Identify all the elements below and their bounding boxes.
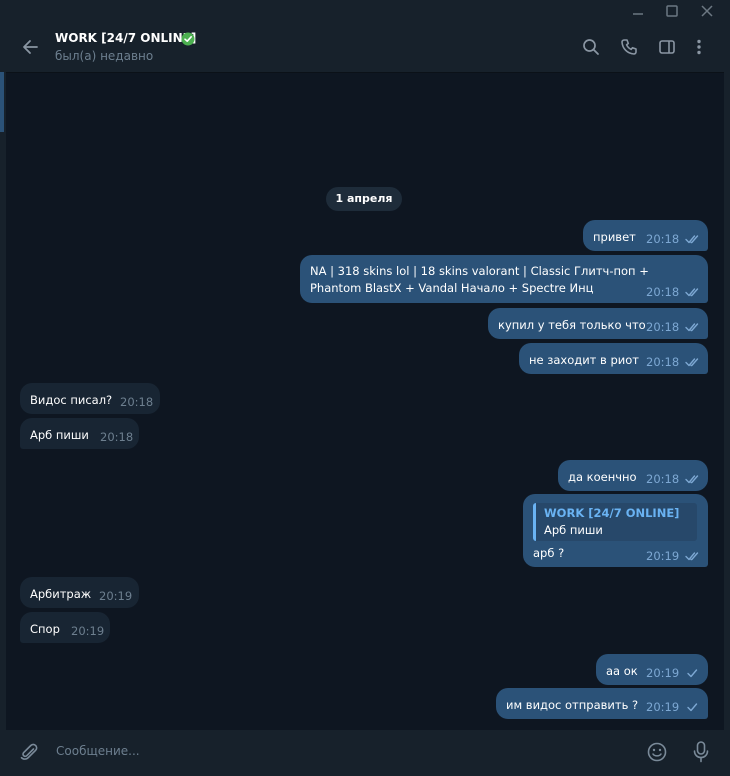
outgoing-message[interactable]: купил у тебя только что 20:18 bbox=[488, 308, 708, 339]
message-text: арб ? bbox=[533, 546, 565, 560]
window-titlebar bbox=[0, 0, 730, 22]
double-check-icon bbox=[685, 235, 699, 244]
message-composer: Сообщение... bbox=[6, 730, 724, 776]
message-input[interactable]: Сообщение... bbox=[56, 744, 140, 758]
double-check-icon bbox=[685, 323, 699, 332]
message-text: аа ок bbox=[606, 664, 638, 678]
message-time: 20:19 bbox=[646, 666, 680, 680]
message-time: 20:18 bbox=[646, 472, 680, 486]
message-text: им видос отправить ? bbox=[506, 698, 639, 712]
reply-author: WORK [24/7 ONLINE] bbox=[544, 506, 680, 520]
close-icon[interactable] bbox=[698, 2, 716, 20]
message-time: 20:18 bbox=[646, 232, 680, 246]
outgoing-message[interactable]: не заходит в риот 20:18 bbox=[519, 343, 708, 374]
message-text: Арбитраж bbox=[30, 587, 92, 601]
message-list[interactable]: 1 апреля привет 20:18 NA | 318 skins lol… bbox=[6, 73, 724, 730]
outgoing-message[interactable]: да коенчно 20:18 bbox=[558, 460, 708, 491]
chat-title[interactable]: WORK [24/7 ONLINE] bbox=[55, 31, 196, 45]
message-text: Видос писал? bbox=[30, 393, 113, 407]
attach-icon[interactable] bbox=[18, 741, 40, 763]
message-time: 20:18 bbox=[646, 320, 680, 334]
message-time: 20:18 bbox=[646, 355, 680, 369]
message-text: купил у тебя только что bbox=[498, 318, 646, 332]
right-panel-edge bbox=[724, 22, 730, 776]
message-time: 20:19 bbox=[646, 549, 680, 563]
active-chat-indicator bbox=[0, 72, 4, 132]
message-time: 20:19 bbox=[646, 700, 680, 714]
double-check-icon bbox=[685, 475, 699, 484]
message-time: 20:18 bbox=[120, 395, 154, 409]
message-text: Арб пиши bbox=[30, 428, 89, 442]
message-text: Спор bbox=[30, 622, 60, 636]
message-time: 20:19 bbox=[71, 624, 105, 638]
message-text: NA | 318 skins lol | 18 skins valorant |… bbox=[310, 264, 649, 295]
double-check-icon bbox=[685, 358, 699, 367]
date-separator: 1 апреля bbox=[326, 187, 402, 211]
incoming-message[interactable]: Спор 20:19 bbox=[20, 612, 110, 643]
incoming-message[interactable]: Арб пиши 20:18 bbox=[20, 418, 139, 449]
chat-status: был(а) недавно bbox=[55, 49, 154, 63]
outgoing-message[interactable]: NA | 318 skins lol | 18 skins valorant |… bbox=[300, 255, 708, 303]
double-check-icon bbox=[685, 288, 699, 297]
message-text: не заходит в риот bbox=[529, 353, 639, 367]
reply-text: Арб пиши bbox=[544, 523, 603, 537]
minimize-icon[interactable] bbox=[629, 2, 647, 20]
outgoing-message[interactable]: аа ок 20:19 bbox=[596, 654, 708, 685]
emoji-icon[interactable] bbox=[646, 741, 668, 763]
message-time: 20:18 bbox=[646, 285, 680, 299]
message-time: 20:18 bbox=[100, 430, 134, 444]
message-text: привет bbox=[593, 230, 636, 244]
message-text: да коенчно bbox=[568, 470, 637, 484]
search-icon[interactable] bbox=[581, 37, 601, 57]
single-check-icon bbox=[687, 703, 698, 712]
sidebar-toggle-icon[interactable] bbox=[657, 37, 677, 57]
phone-icon[interactable] bbox=[619, 37, 639, 57]
more-vertical-icon[interactable] bbox=[689, 37, 709, 57]
back-arrow-icon[interactable] bbox=[20, 36, 42, 58]
message-time: 20:19 bbox=[99, 589, 133, 603]
maximize-icon[interactable] bbox=[663, 2, 681, 20]
outgoing-message[interactable]: им видос отправить ? 20:19 bbox=[496, 688, 708, 719]
microphone-icon[interactable] bbox=[690, 740, 712, 764]
single-check-icon bbox=[687, 669, 698, 678]
incoming-message[interactable]: Видос писал? 20:18 bbox=[20, 383, 160, 414]
outgoing-message[interactable]: WORK [24/7 ONLINE] Арб пиши арб ? 20:19 bbox=[523, 494, 708, 567]
reply-quote[interactable]: WORK [24/7 ONLINE] Арб пиши bbox=[533, 503, 697, 541]
incoming-message[interactable]: Арбитраж 20:19 bbox=[20, 577, 139, 608]
double-check-icon bbox=[685, 552, 699, 561]
chat-header: WORK [24/7 ONLINE] был(а) недавно bbox=[6, 22, 724, 73]
verified-badge-icon bbox=[181, 31, 195, 46]
outgoing-message[interactable]: привет 20:18 bbox=[583, 220, 708, 251]
